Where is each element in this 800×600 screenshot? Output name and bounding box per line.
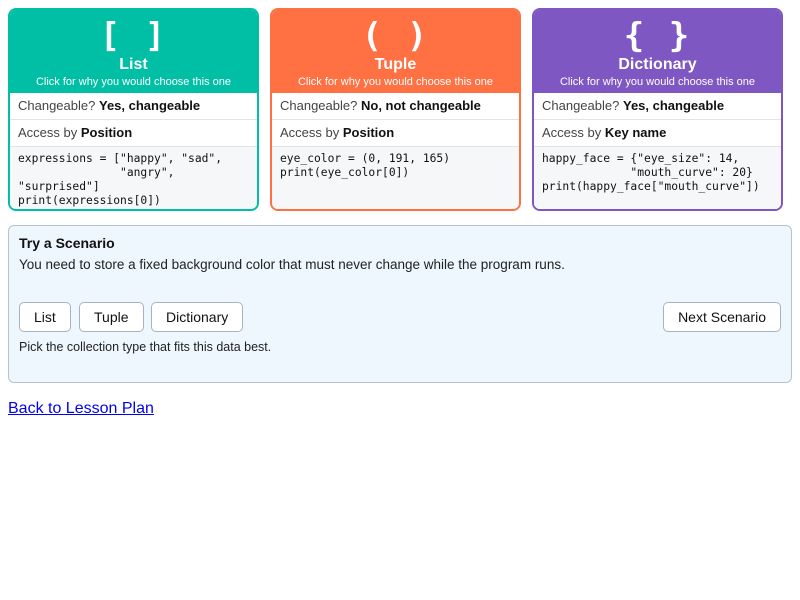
changeable-value: Yes, changeable — [98, 98, 201, 113]
card-tuple: ( ) Tuple Click for why you would choose… — [270, 8, 521, 211]
access-value: Position — [80, 125, 133, 140]
scenario-title: Try a Scenario — [19, 235, 115, 251]
card-dictionary-changeable: Changeable? Yes, changeable — [534, 93, 781, 120]
back-to-lesson-plan-link[interactable]: Back to Lesson Plan — [8, 400, 154, 418]
card-dictionary-header[interactable]: { } Dictionary Click for why you would c… — [534, 10, 781, 93]
card-list-subtitle: Click for why you would choose this one — [35, 76, 232, 88]
access-value: Key name — [604, 125, 667, 140]
card-list: [ ] List Click for why you would choose … — [8, 8, 259, 211]
choice-tuple-button[interactable]: Tuple — [79, 302, 144, 332]
access-label: Access by — [280, 125, 340, 140]
card-list-access: Access by Position — [10, 120, 257, 147]
changeable-value: No, not changeable — [360, 98, 481, 113]
scenario-hint: Pick the collection type that fits this … — [19, 340, 272, 354]
card-list-header[interactable]: [ ] List Click for why you would choose … — [10, 10, 257, 93]
next-scenario-button[interactable]: Next Scenario — [663, 302, 781, 332]
card-list-title: List — [119, 56, 148, 73]
dictionary-braces-icon: { } — [623, 16, 692, 56]
access-value: Position — [342, 125, 395, 140]
choice-list-button[interactable]: List — [19, 302, 71, 332]
card-dictionary-access: Access by Key name — [534, 120, 781, 147]
changeable-value: Yes, changeable — [622, 98, 725, 113]
tuple-parentheses-icon: ( ) — [361, 16, 430, 56]
card-tuple-subtitle: Click for why you would choose this one — [297, 76, 494, 88]
changeable-label: Changeable? — [542, 98, 620, 113]
card-tuple-code: eye_color = (0, 191, 165) print(eye_colo… — [272, 147, 519, 209]
card-list-changeable: Changeable? Yes, changeable — [10, 93, 257, 120]
list-brackets-icon: [ ] — [99, 16, 168, 56]
changeable-label: Changeable? — [280, 98, 358, 113]
access-label: Access by — [18, 125, 78, 140]
scenario-panel: Try a Scenario You need to store a fixed… — [8, 225, 792, 383]
card-tuple-access: Access by Position — [272, 120, 519, 147]
choice-dictionary-button[interactable]: Dictionary — [151, 302, 244, 332]
card-dictionary-code: happy_face = {"eye_size": 14, "mouth_cur… — [534, 147, 781, 209]
card-dictionary: { } Dictionary Click for why you would c… — [532, 8, 783, 211]
card-tuple-header[interactable]: ( ) Tuple Click for why you would choose… — [272, 10, 519, 93]
card-tuple-title: Tuple — [374, 56, 417, 73]
card-dictionary-subtitle: Click for why you would choose this one — [559, 76, 756, 88]
access-label: Access by — [542, 125, 602, 140]
card-tuple-changeable: Changeable? No, not changeable — [272, 93, 519, 120]
card-dictionary-title: Dictionary — [618, 56, 697, 73]
scenario-text: You need to store a fixed background col… — [19, 257, 565, 272]
changeable-label: Changeable? — [18, 98, 96, 113]
card-list-code: expressions = ["happy", "sad", "angry", … — [10, 147, 257, 209]
collection-cards: [ ] List Click for why you would choose … — [8, 8, 783, 211]
